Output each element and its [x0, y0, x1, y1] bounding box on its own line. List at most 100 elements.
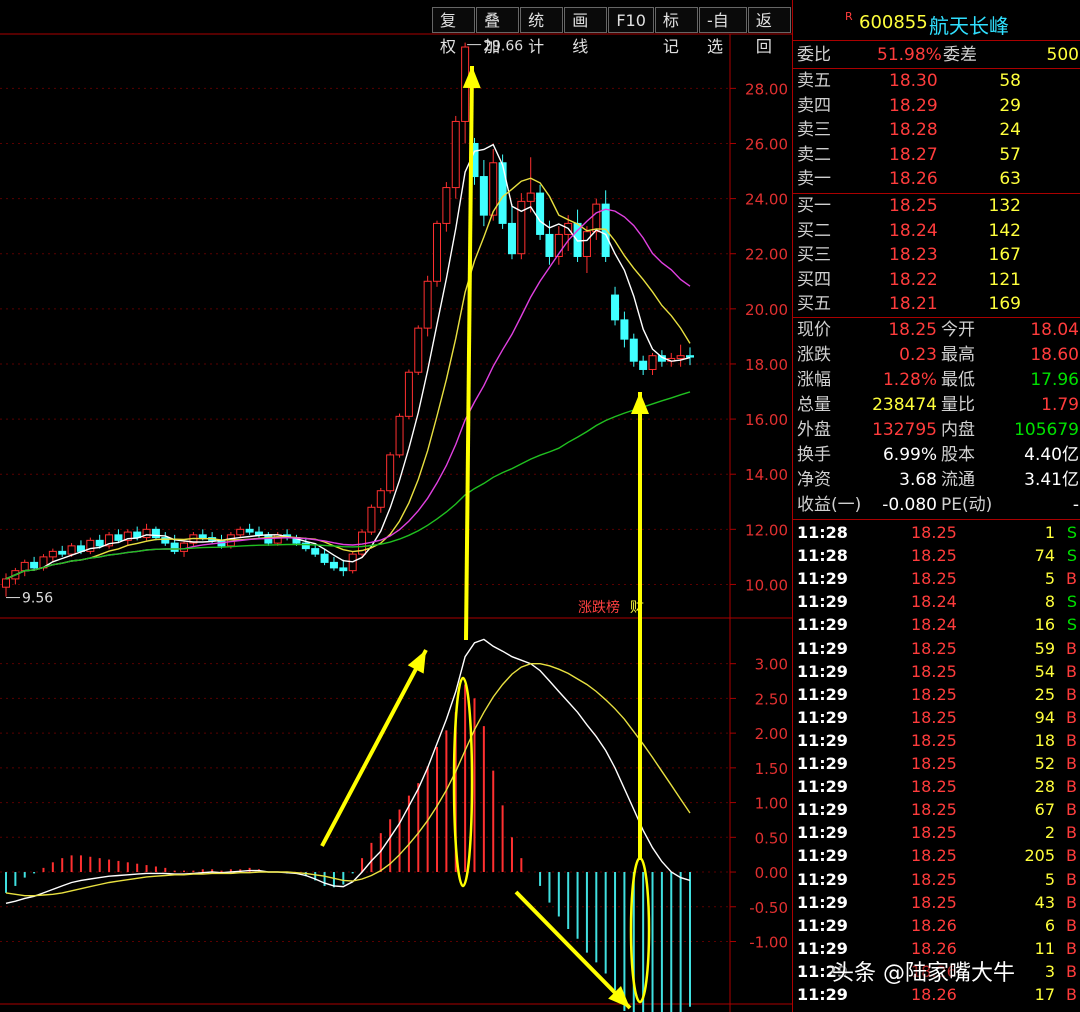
- candle-body: [648, 355, 657, 370]
- up-arrow-peak: [464, 65, 474, 641]
- tick-side: B: [1066, 777, 1077, 797]
- commission-ratio-value: 51.98%: [877, 45, 942, 65]
- candle-body: [498, 162, 507, 224]
- asks-label: 卖五: [797, 71, 831, 91]
- overlay-button[interactable]: 叠加: [476, 7, 520, 56]
- tick-row: 11:29 18.24 8 S: [793, 590, 1080, 613]
- macd-tick-label: 1.00: [755, 795, 788, 813]
- candle-body: [414, 327, 423, 373]
- stat-value: 105679: [1014, 420, 1079, 440]
- bids-price: 18.21: [889, 294, 938, 315]
- tick-row: 11:29 18.25 18 B: [793, 729, 1080, 752]
- price-tick-label: 10.00: [745, 576, 788, 594]
- candle-body: [507, 222, 516, 255]
- tick-row: 11:29 18.25 25 B: [793, 683, 1080, 706]
- tick-side: B: [1066, 754, 1077, 773]
- tick-time: 11:29: [797, 846, 848, 866]
- tick-price: 18.25: [911, 638, 957, 658]
- price-tick-label: 26.00: [745, 135, 788, 153]
- chart-svg[interactable]: 28.00 26.00 24.00 22.00 20.00 18.00 16.00 14.00…: [0, 0, 792, 1012]
- remove-watchlist-button[interactable]: -自选: [698, 7, 747, 56]
- tick-price: 18.25: [911, 661, 957, 681]
- candle-body: [198, 534, 207, 539]
- candle-body: [95, 539, 104, 547]
- tick-row: 11:29 18.25 43 B: [793, 891, 1080, 914]
- stock-header: R 600855 航天长峰: [793, 8, 1080, 38]
- stat-value: 18.25: [888, 320, 937, 340]
- tick-price: 18.25: [911, 523, 957, 542]
- asks-row: 卖五 18.30 58: [793, 69, 1080, 93]
- tick-volume: 16: [1034, 615, 1055, 635]
- tick-time: 11:29: [797, 892, 848, 912]
- tick-volume: 17: [1034, 985, 1055, 1004]
- candle-body: [601, 203, 610, 257]
- mark-button[interactable]: 标记: [654, 7, 698, 56]
- draw-line-button[interactable]: 画线: [564, 7, 608, 56]
- commission-diff-value: 500: [1046, 45, 1079, 65]
- tick-volume: 11: [1034, 938, 1055, 958]
- macd-tick-label: 3.00: [755, 656, 788, 674]
- tick-side: S: [1066, 592, 1077, 612]
- stat-row: 现价 18.25 今开 18.04: [793, 318, 1080, 342]
- candle-body: [433, 222, 442, 282]
- tick-volume: 52: [1034, 754, 1055, 773]
- stat-label: 收益(一): [797, 495, 862, 515]
- tick-volume: 8: [1044, 592, 1055, 612]
- stat-row: 净资 3.68 流通 3.41亿: [793, 468, 1080, 492]
- stat-label: 今开: [941, 320, 975, 340]
- stock-name: 航天长峰: [929, 14, 1009, 38]
- tick-time: 11:29: [797, 661, 848, 681]
- f10-button[interactable]: F10: [608, 7, 654, 33]
- tick-time: 11:29: [797, 730, 848, 750]
- tick-volume: 25: [1034, 684, 1055, 704]
- stat-label: 最高: [941, 345, 975, 365]
- tick-side: B: [1066, 869, 1077, 889]
- tick-price: 18.25: [911, 800, 957, 820]
- back-button[interactable]: 返回: [747, 7, 791, 56]
- stat-value: 238474: [872, 395, 937, 415]
- restore-rights-button[interactable]: 复权: [432, 7, 476, 56]
- asks-row: 卖一 18.26 63: [793, 167, 1080, 191]
- asks-row: 卖三 18.28 24: [793, 118, 1080, 142]
- candle-body: [170, 542, 179, 552]
- price-tick-label: 20.00: [745, 301, 788, 319]
- ma5-line: [5, 143, 691, 580]
- tick-time: 11:29: [797, 569, 848, 589]
- candle-body: [545, 233, 554, 257]
- macd-tick-label: 1.50: [755, 760, 788, 778]
- candle-body: [582, 231, 591, 257]
- up-arrow-bottom-head: [631, 392, 649, 414]
- statistics-button[interactable]: 统计: [520, 7, 564, 56]
- low-price-label: 9.56: [22, 591, 53, 607]
- asks-price: 18.26: [889, 169, 938, 190]
- candle-body: [254, 531, 263, 536]
- bids-volume: 169: [988, 294, 1021, 315]
- kline-chart-area[interactable]: 28.00 26.00 24.00 22.00 20.00 18.00 16.00 14.00…: [0, 0, 792, 1012]
- tick-price: 18.25: [911, 730, 957, 750]
- bids-row: 买二 18.24 142: [793, 219, 1080, 243]
- stat-value: 18.60: [1030, 345, 1079, 365]
- watermark: 头条 @陆家嘴大牛: [832, 961, 1015, 986]
- price-tick-label: 18.00: [745, 356, 788, 374]
- candle-body: [423, 280, 432, 329]
- tick-price: 18.26: [911, 915, 957, 935]
- tick-price: 18.25: [911, 846, 957, 866]
- candle-body: [273, 534, 282, 544]
- stat-value: 1.79: [1041, 395, 1079, 415]
- commission-row: 委比 51.98% 委差 500: [793, 43, 1080, 67]
- candle-body: [245, 528, 254, 533]
- tick-side: B: [1066, 846, 1077, 866]
- tick-time: 11:29: [797, 707, 848, 727]
- tick-volume: 5: [1044, 869, 1055, 889]
- divider: [793, 519, 1080, 520]
- asks-row: 卖四 18.29 29: [793, 94, 1080, 118]
- asks-volume: 29: [999, 95, 1021, 116]
- candle-body: [2, 578, 10, 588]
- tick-price: 18.24: [911, 592, 957, 612]
- tick-price: 18.25: [911, 684, 957, 704]
- tick-volume: 94: [1034, 707, 1055, 727]
- tick-volume: 67: [1034, 800, 1055, 820]
- tick-time: 11:29: [797, 869, 848, 889]
- stat-label: 最低: [941, 370, 975, 390]
- candle-body: [479, 176, 488, 216]
